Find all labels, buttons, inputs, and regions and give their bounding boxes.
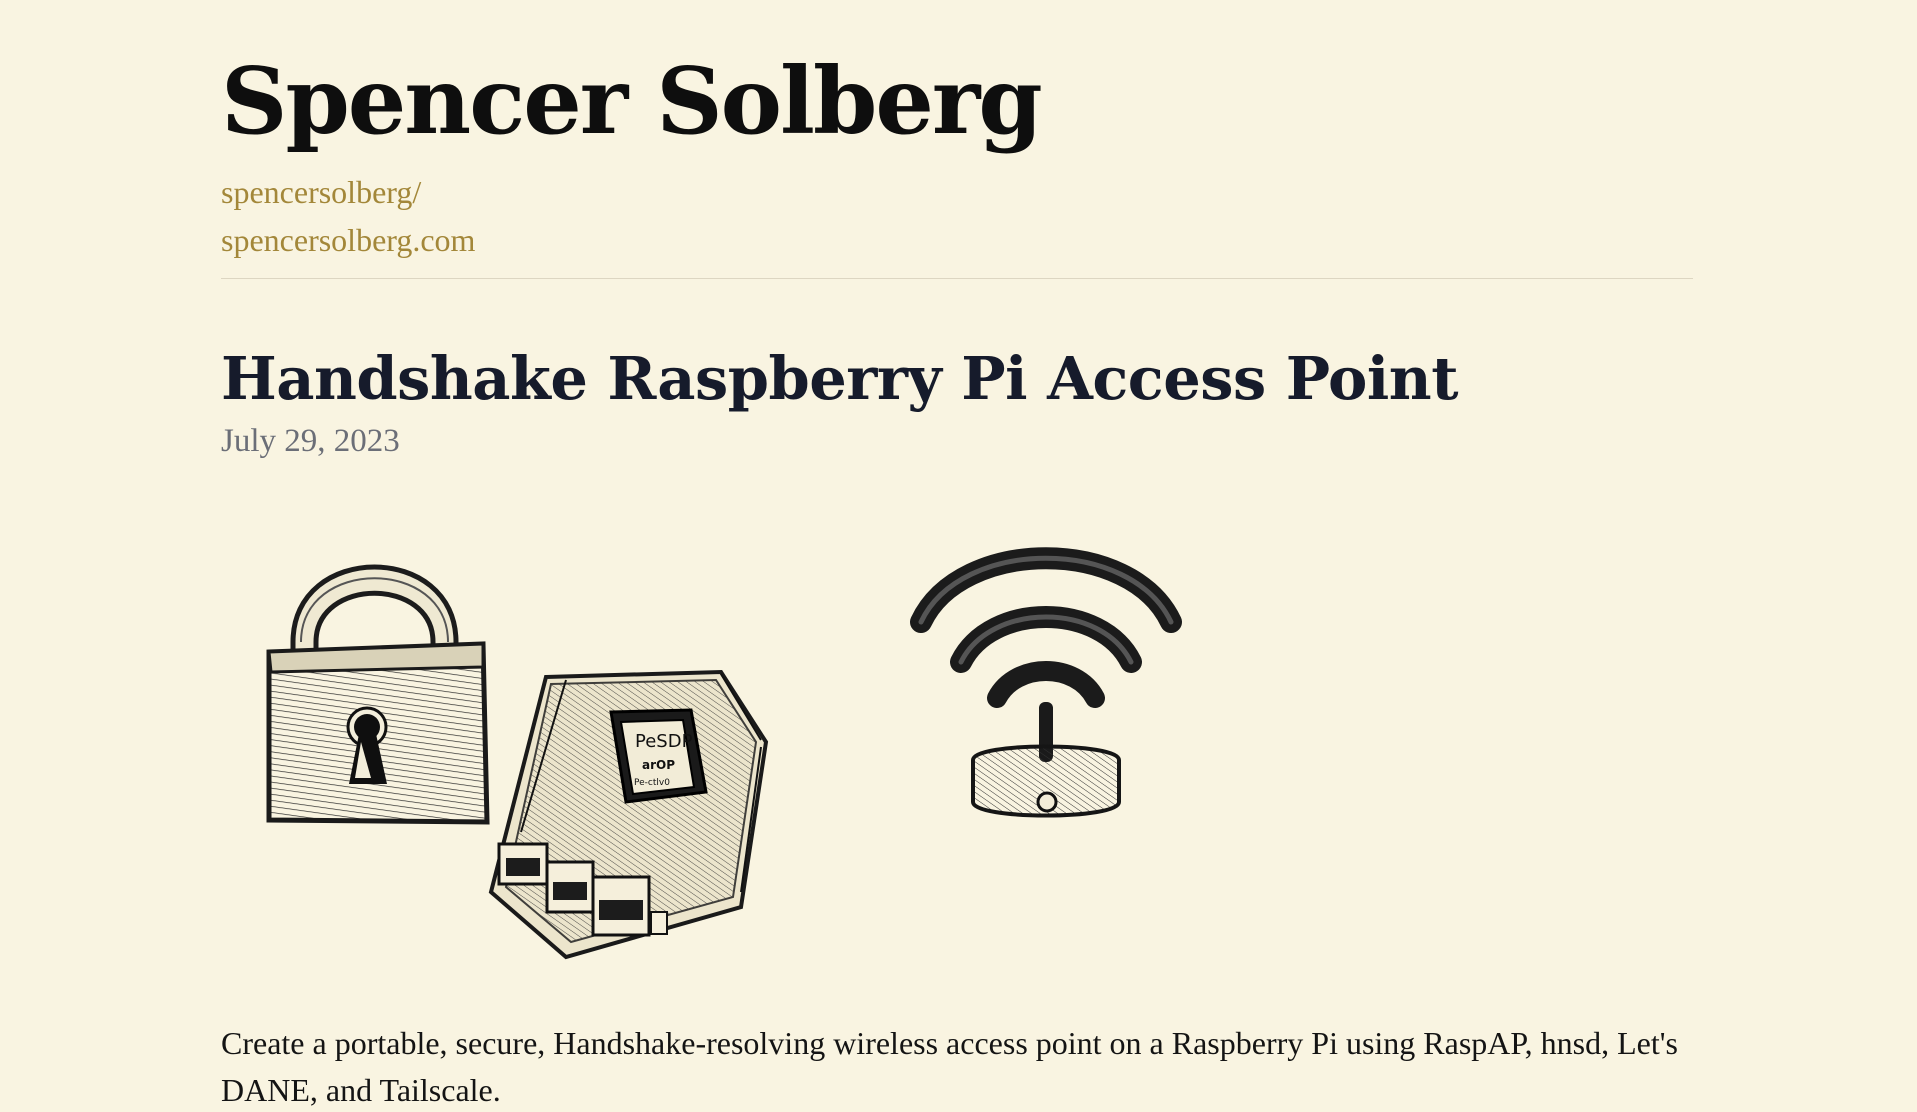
header-divider [221, 278, 1693, 279]
post-date: July 29, 2023 [221, 423, 400, 459]
site-title[interactable]: Spencer Solberg [221, 46, 1043, 156]
github-link[interactable]: spencersolberg/ [221, 168, 475, 216]
post-excerpt: Create a portable, secure, Handshake-res… [221, 1025, 1678, 1108]
wifi-router-icon [910, 547, 1182, 818]
svg-text:Pe-ctlv0: Pe-ctlv0 [634, 778, 670, 788]
padlock-icon [266, 564, 490, 825]
site-links: spencersolberg/ spencersolberg.com [221, 168, 475, 264]
hero-image: PeSDP arOP Pe-ctlv0 [266, 547, 1182, 960]
website-link[interactable]: spencersolberg.com [221, 216, 475, 264]
post-title[interactable]: Handshake Raspberry Pi Access Point [221, 343, 1458, 415]
svg-text:arOP: arOP [642, 758, 675, 772]
svg-text:PeSDP: PeSDP [635, 731, 693, 752]
page: Spencer Solberg spencersolberg/ spencers… [0, 0, 1917, 1112]
raspberry-pi-board-icon: PeSDP arOP Pe-ctlv0 [488, 669, 769, 960]
